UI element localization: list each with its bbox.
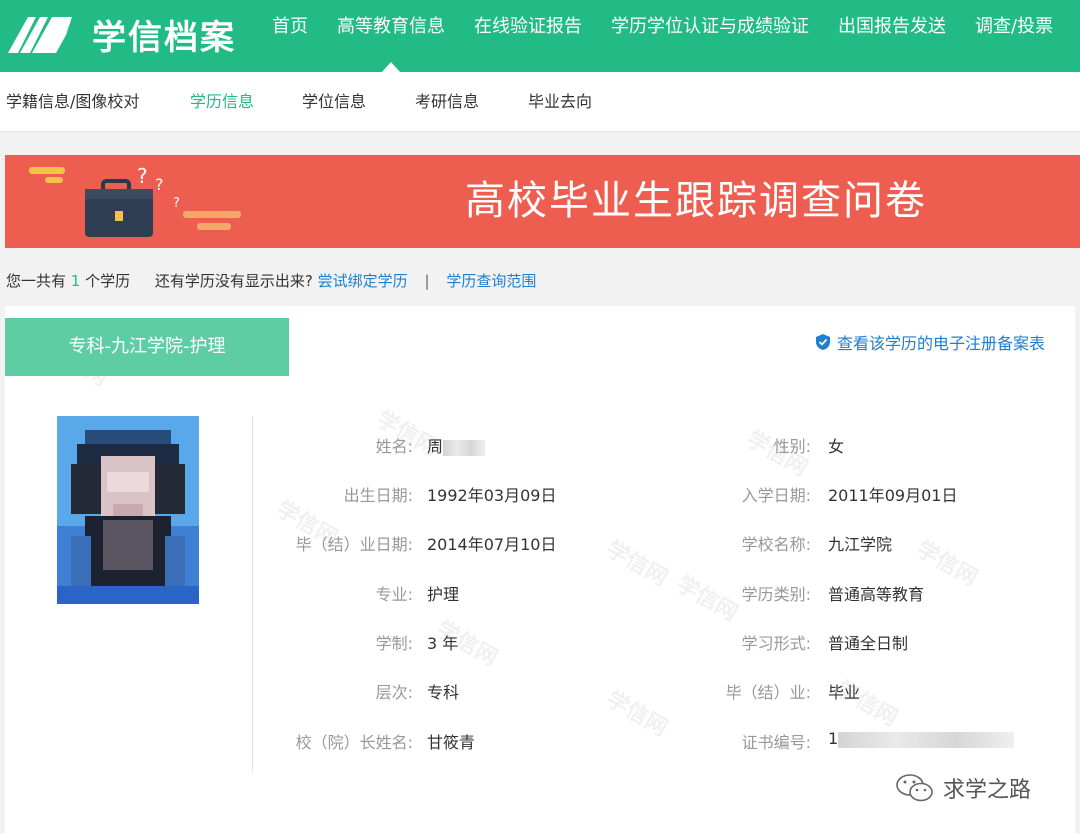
- bind-education-link[interactable]: 尝试绑定学历: [318, 272, 408, 290]
- nav-home[interactable]: 首页: [272, 0, 308, 72]
- certificate-number-text: 1: [828, 729, 839, 748]
- site-logo[interactable]: 学信档案: [6, 8, 236, 60]
- svg-text:?: ?: [173, 196, 180, 211]
- count-prefix: 您一共有: [6, 272, 67, 290]
- watermark: 学信网: [601, 536, 672, 592]
- watermark: 学信网: [671, 571, 742, 627]
- subnav-graduate-destination[interactable]: 毕业去向: [528, 72, 592, 132]
- wechat-account-mark: 求学之路: [895, 772, 1031, 804]
- name-value-text: 周: [427, 437, 444, 456]
- graduation-date-label: 毕（结）业日期:: [295, 535, 413, 554]
- subnav-education[interactable]: 学历信息: [190, 72, 254, 132]
- certificate-number-label: 证书编号:: [741, 733, 811, 752]
- card-divider: [252, 416, 253, 772]
- nav-certification[interactable]: 学历学位认证与成绩验证: [611, 0, 809, 72]
- redaction-blur: [838, 731, 1015, 748]
- svg-text:?: ?: [155, 175, 164, 194]
- school-name-label: 学校名称:: [741, 535, 811, 554]
- education-count: 1: [70, 272, 81, 290]
- nav-overseas-report[interactable]: 出国报告发送: [838, 0, 946, 72]
- shield-check-icon: [816, 334, 830, 350]
- education-record-card: 学信网 学信网 学信网 学信网 学信网 学信网 学信网 学信网 学信网 学信网 …: [5, 306, 1075, 834]
- birth-date-value: 1992年03月09日: [427, 486, 557, 505]
- president-name-value: 甘筱青: [427, 733, 476, 752]
- certificate-number-value: 1: [828, 729, 1015, 748]
- logo-text: 学信档案: [92, 17, 236, 58]
- study-form-label: 学习形式:: [741, 634, 811, 653]
- education-count-line: 您一共有 1 个学历 还有学历没有显示出来? 尝试绑定学历 | 学历查询范围: [6, 268, 536, 294]
- watermark: 学信网: [601, 686, 672, 742]
- graduation-status-label: 毕（结）业:: [725, 683, 811, 702]
- enrollment-date-value: 2011年09月01日: [828, 486, 958, 505]
- book-logo-icon: [8, 17, 72, 53]
- wechat-icon: [896, 774, 933, 802]
- education-record-tab[interactable]: 专科-九江学院-护理: [5, 318, 289, 376]
- nav-survey[interactable]: 调查/投票: [975, 0, 1053, 72]
- query-range-link[interactable]: 学历查询范围: [446, 272, 536, 290]
- president-name-label: 校（院）长姓名:: [295, 733, 413, 752]
- register-form-link[interactable]: 查看该学历的电子注册备案表: [815, 330, 1045, 354]
- link-separator: |: [424, 272, 430, 290]
- count-suffix: 个学历: [85, 272, 131, 290]
- name-value: 周: [427, 433, 486, 457]
- banner-title: 高校毕业生跟踪调查问卷: [465, 178, 927, 224]
- name-label: 姓名:: [375, 437, 413, 456]
- nav-online-report[interactable]: 在线验证报告: [474, 0, 582, 72]
- survey-banner[interactable]: ? ? ? 高校毕业生跟踪调查问卷: [5, 155, 1080, 248]
- level-value: 专科: [427, 683, 460, 702]
- education-type-value: 普通高等教育: [828, 585, 925, 604]
- graduation-status-value: 毕业: [828, 683, 861, 702]
- register-form-link-label: 查看该学历的电子注册备案表: [837, 334, 1046, 353]
- sub-nav: 学籍信息/图像校对 学历信息 学位信息 考研信息 毕业去向: [0, 72, 1080, 132]
- redaction-blur: [443, 439, 486, 456]
- subnav-postgrad-exam[interactable]: 考研信息: [415, 72, 479, 132]
- study-form-value: 普通全日制: [828, 634, 909, 653]
- nav-higher-education[interactable]: 高等教育信息: [337, 0, 445, 72]
- duration-label: 学制:: [375, 634, 413, 653]
- svg-text:?: ?: [137, 164, 148, 188]
- briefcase-icon: ? ? ?: [29, 164, 241, 237]
- gender-label: 性别:: [773, 437, 811, 456]
- school-name-value: 九江学院: [828, 535, 893, 554]
- major-label: 专业:: [375, 585, 413, 604]
- duration-value: 3 年: [427, 634, 459, 653]
- birth-date-label: 出生日期:: [343, 486, 413, 505]
- level-label: 层次:: [375, 683, 413, 702]
- main-nav: 首页 高等教育信息 在线验证报告 学历学位认证与成绩验证 出国报告发送 调查/投…: [272, 0, 1080, 72]
- pixelated-portrait-icon: [57, 416, 199, 604]
- education-type-label: 学历类别:: [741, 585, 811, 604]
- subnav-degree[interactable]: 学位信息: [302, 72, 366, 132]
- enrollment-date-label: 入学日期:: [741, 486, 811, 505]
- missing-question: 还有学历没有显示出来?: [154, 272, 313, 290]
- gender-value: 女: [828, 437, 845, 456]
- major-value: 护理: [427, 585, 460, 604]
- wechat-account-name: 求学之路: [943, 778, 1032, 803]
- student-photo: [57, 416, 199, 604]
- subnav-enrollment[interactable]: 学籍信息/图像校对: [6, 72, 139, 132]
- graduation-date-value: 2014年07月10日: [427, 535, 557, 554]
- top-nav-bar: 学信档案 首页 高等教育信息 在线验证报告 学历学位认证与成绩验证 出国报告发送…: [0, 0, 1080, 72]
